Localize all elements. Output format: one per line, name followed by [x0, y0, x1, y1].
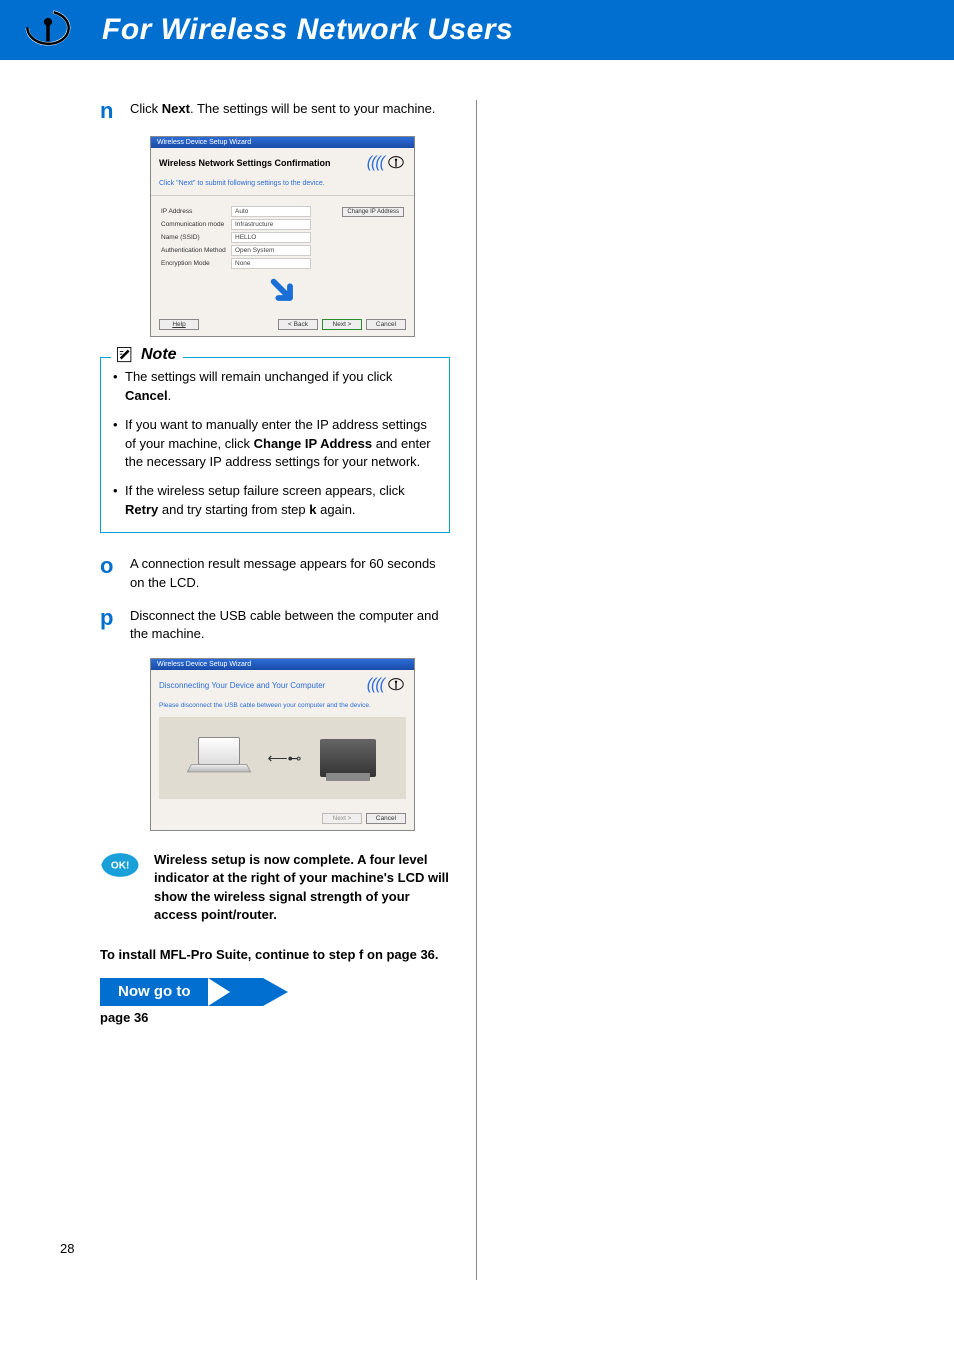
row-comm-value: Infrastructure	[231, 219, 311, 230]
note-title: Note	[141, 346, 177, 364]
wireless-icon	[18, 6, 78, 54]
cancel-button[interactable]: Cancel	[366, 319, 406, 330]
dialog2-heading: Disconnecting Your Device and Your Compu…	[159, 681, 325, 690]
note-box: Note The settings will remain unchanged …	[100, 357, 450, 533]
row-ssid-label: Name (SSID)	[161, 234, 231, 241]
now-go-to-banner: Now go to	[100, 978, 450, 1006]
arrow-right-icon	[208, 978, 288, 1006]
row-comm-label: Communication mode	[161, 221, 231, 228]
usb-disconnect-icon: ⟵⊷	[267, 750, 301, 767]
row-enc-value: None	[231, 258, 311, 269]
step-p-body: Disconnect the USB cable between the com…	[130, 607, 450, 645]
now-go-to-label: Now go to	[100, 978, 208, 1006]
page-reference: page 36	[100, 1010, 450, 1025]
note-item-1: The settings will remain unchanged if yo…	[111, 368, 439, 406]
printer-icon	[320, 739, 376, 777]
row-auth-value: Open System	[231, 245, 311, 256]
dialog1-titlebar: Wireless Device Setup Wizard	[151, 137, 414, 148]
page-number: 28	[60, 1241, 74, 1256]
help-button[interactable]: Help	[159, 319, 199, 330]
laptop-icon	[189, 737, 249, 779]
arrow-down-right-icon	[269, 277, 297, 305]
row-ssid-value: HELLO	[231, 232, 311, 243]
step-letter-p: p	[100, 607, 130, 645]
back-button[interactable]: < Back	[278, 319, 318, 330]
dialog1-heading: Wireless Network Settings Confirmation	[159, 158, 330, 168]
cancel-button[interactable]: Cancel	[366, 813, 406, 824]
note-pencil-icon	[117, 347, 135, 363]
step-n: n Click Next. The settings will be sent …	[100, 100, 450, 122]
dialog2-subtitle: Please disconnect the USB cable between …	[159, 702, 406, 709]
dialog1-subtitle: Click "Next" to submit following setting…	[151, 176, 414, 196]
dialog2-titlebar: Wireless Device Setup Wizard	[151, 659, 414, 670]
step-letter-o: o	[100, 555, 130, 593]
step-o-body: A connection result message appears for …	[130, 555, 450, 593]
continue-instruction: To install MFL-Pro Suite, continue to st…	[100, 946, 450, 964]
screenshot-disconnect-usb: Wireless Device Setup Wizard Disconnecti…	[150, 658, 450, 831]
step-letter-n: n	[100, 100, 130, 122]
header-banner: For Wireless Network Users	[0, 0, 954, 60]
step-o: o A connection result message appears fo…	[100, 555, 450, 593]
row-enc-label: Encryption Mode	[161, 260, 231, 267]
wifi-logo: ((((	[367, 154, 406, 172]
screenshot-settings-confirmation: Wireless Device Setup Wizard Wireless Ne…	[150, 136, 450, 337]
ok-badge-icon: OK!	[100, 851, 144, 879]
row-ip-value: Auto	[231, 206, 311, 217]
next-button[interactable]: Next >	[322, 319, 362, 330]
step-n-body: Click Next. The settings will be sent to…	[130, 100, 450, 122]
next-button-disabled: Next >	[322, 813, 362, 824]
wifi-logo: ((((	[367, 676, 406, 694]
note-item-2: If you want to manually enter the IP add…	[111, 416, 439, 473]
svg-text:OK!: OK!	[111, 861, 129, 872]
ok-text: Wireless setup is now complete. A four l…	[154, 851, 450, 924]
header-title: For Wireless Network Users	[102, 13, 513, 47]
column-divider	[476, 100, 477, 1280]
row-ip-label: IP Address	[161, 208, 231, 215]
row-auth-label: Authentication Method	[161, 247, 231, 254]
note-item-3: If the wireless setup failure screen app…	[111, 482, 439, 520]
change-ip-button[interactable]: Change IP Address	[342, 207, 404, 217]
ok-callout: OK! Wireless setup is now complete. A fo…	[100, 851, 450, 924]
disconnect-graphic: ⟵⊷	[159, 717, 406, 799]
step-p: p Disconnect the USB cable between the c…	[100, 607, 450, 645]
